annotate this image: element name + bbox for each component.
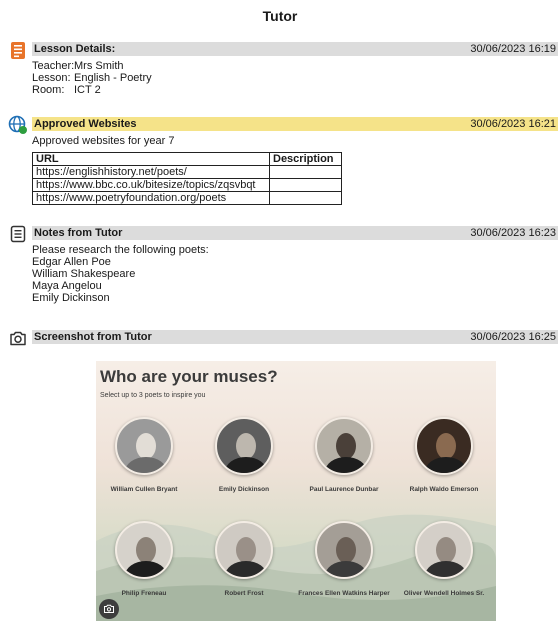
- poet-card[interactable]: Ralph Waldo Emerson: [396, 417, 492, 494]
- poet-name: Robert Frost: [224, 590, 264, 597]
- tutor-screenshot-image[interactable]: Who are your muses? Select up to 3 poets…: [96, 361, 496, 621]
- section-timestamp: 30/06/2023 16:25: [470, 331, 556, 343]
- lesson-value: English - Poetry: [74, 72, 152, 84]
- approved-websites-body: Approved websites for year 7 URL Descrip…: [32, 135, 342, 205]
- page-title: Tutor: [262, 8, 298, 24]
- description-cell: [269, 178, 342, 192]
- url-link[interactable]: https://englishhistory.net/poets/: [32, 165, 270, 179]
- poet-card[interactable]: Frances Ellen Watkins Harper: [296, 521, 392, 598]
- table-row: https://englishhistory.net/poets/: [32, 165, 342, 179]
- poet-portrait: [215, 417, 273, 475]
- url-table: URL Description https://englishhistory.n…: [32, 152, 342, 205]
- teacher-value: Mrs Smith: [74, 60, 124, 72]
- poet-name: Emily Dickinson: [218, 486, 270, 493]
- notes-line: Edgar Allen Poe: [32, 256, 111, 268]
- teacher-row: Teacher: Mrs Smith: [32, 60, 152, 72]
- table-row: https://www.bbc.co.uk/bitesize/topics/zq…: [32, 178, 342, 192]
- websites-intro: Approved websites for year 7: [32, 135, 175, 147]
- globe-check-icon: [8, 115, 27, 134]
- poet-card[interactable]: Oliver Wendell Holmes Sr.: [396, 521, 492, 598]
- url-link[interactable]: https://www.bbc.co.uk/bitesize/topics/zq…: [32, 178, 270, 192]
- poet-card[interactable]: Emily Dickinson: [196, 417, 292, 494]
- lesson-details-body: Teacher: Mrs Smith Lesson: English - Poe…: [32, 60, 152, 96]
- poet-name: Oliver Wendell Holmes Sr.: [403, 590, 485, 597]
- poet-portrait: [115, 417, 173, 475]
- poet-portrait: [215, 521, 273, 579]
- notes-line: Please research the following poets:: [32, 244, 209, 256]
- section-title: Lesson Details:: [34, 43, 116, 55]
- section-title: Screenshot from Tutor: [34, 331, 152, 343]
- poet-name: Ralph Waldo Emerson: [409, 486, 479, 493]
- screenshot-header: Screenshot from Tutor 30/06/2023 16:25: [32, 330, 558, 344]
- poet-name: William Cullen Bryant: [110, 486, 178, 493]
- section-title: Notes from Tutor: [34, 227, 123, 239]
- lesson-row: Lesson: English - Poetry: [32, 72, 152, 84]
- poet-name: Frances Ellen Watkins Harper: [298, 590, 390, 597]
- section-timestamp: 30/06/2023 16:23: [470, 227, 556, 239]
- table-row: https://www.poetryfoundation.org/poets: [32, 191, 342, 205]
- poet-card[interactable]: Paul Laurence Dunbar: [296, 417, 392, 494]
- notes-header: Notes from Tutor 30/06/2023 16:23: [32, 226, 558, 240]
- muses-heading: Who are your muses?: [100, 367, 278, 386]
- poet-card[interactable]: Philip Freneau: [96, 521, 192, 598]
- camera-icon: [10, 331, 26, 346]
- poet-portrait: [315, 521, 373, 579]
- room-label: Room:: [32, 84, 65, 96]
- url-link[interactable]: https://www.poetryfoundation.org/poets: [32, 191, 270, 205]
- notes-icon: [10, 225, 26, 243]
- notes-line: Maya Angelou: [32, 280, 102, 292]
- lesson-label: Lesson:: [32, 72, 71, 84]
- poet-name: Philip Freneau: [121, 590, 167, 597]
- poet-name: Paul Laurence Dunbar: [309, 486, 379, 493]
- poet-card[interactable]: William Cullen Bryant: [96, 417, 192, 494]
- room-row: Room: ICT 2: [32, 84, 152, 96]
- document-list-icon: [11, 42, 25, 59]
- section-timestamp: 30/06/2023 16:19: [470, 43, 556, 55]
- approved-websites-header: Approved Websites 30/06/2023 16:21: [32, 117, 558, 131]
- teacher-label: Teacher:: [32, 60, 75, 72]
- poet-card[interactable]: Robert Frost: [196, 521, 292, 598]
- column-header-description: Description: [269, 152, 342, 166]
- table-header-row: URL Description: [32, 152, 342, 166]
- poet-portrait: [415, 521, 473, 579]
- capture-icon: [104, 604, 114, 613]
- notes-body: Please research the following poets: Edg…: [32, 244, 209, 304]
- section-timestamp: 30/06/2023 16:21: [470, 118, 556, 130]
- notes-line: William Shakespeare: [32, 268, 136, 280]
- description-cell: [269, 191, 342, 205]
- poet-portrait: [415, 417, 473, 475]
- room-value: ICT 2: [74, 84, 101, 96]
- capture-button[interactable]: [99, 599, 119, 619]
- lesson-details-header: Lesson Details: 30/06/2023 16:19: [32, 42, 558, 56]
- muses-subheading: Select up to 3 poets to inspire you: [100, 392, 206, 399]
- poet-portrait: [315, 417, 373, 475]
- column-header-url: URL: [32, 152, 270, 166]
- description-cell: [269, 165, 342, 179]
- poet-portrait: [115, 521, 173, 579]
- section-title: Approved Websites: [34, 118, 137, 130]
- notes-line: Emily Dickinson: [32, 292, 110, 304]
